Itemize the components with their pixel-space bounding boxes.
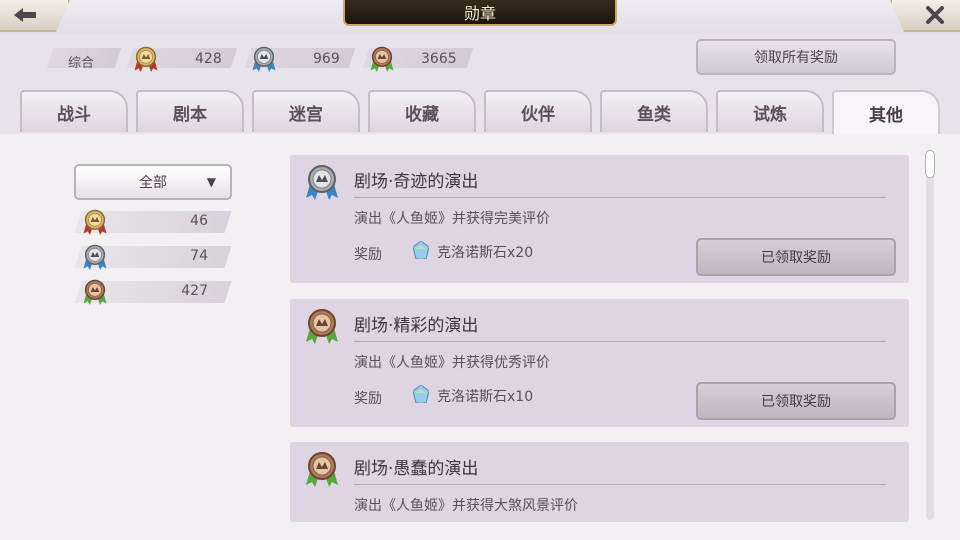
tab-bar: 战斗 剧本 迷宫 收藏 伙伴 鱼类 试炼 其他 bbox=[20, 90, 940, 134]
silver-medal-icon bbox=[251, 46, 277, 73]
divider bbox=[354, 341, 886, 342]
achievement-title: 剧场·精彩的演出 bbox=[354, 316, 479, 336]
silver-medal-icon bbox=[82, 244, 108, 271]
tab-battle[interactable]: 战斗 bbox=[20, 90, 128, 132]
divider bbox=[354, 484, 886, 485]
silver-medal-icon bbox=[305, 165, 339, 201]
achievement-title: 剧场·愚蠢的演出 bbox=[354, 459, 479, 479]
tab-trial[interactable]: 试炼 bbox=[716, 90, 824, 132]
reward-item: 克洛诺斯石x10 bbox=[437, 389, 534, 405]
summary-label: 综合 bbox=[68, 56, 95, 71]
claimed-button[interactable]: 已领取奖励 bbox=[696, 382, 896, 420]
divider bbox=[354, 197, 886, 198]
bronze-medal-icon bbox=[305, 452, 339, 488]
claim-all-button[interactable]: 领取所有奖励 bbox=[696, 39, 896, 75]
silver-count: 969 bbox=[313, 51, 340, 67]
gold-medal-icon bbox=[133, 46, 159, 73]
chronos-stone-icon bbox=[413, 241, 429, 259]
tab-companion[interactable]: 伙伴 bbox=[484, 90, 592, 132]
arrow-left-icon bbox=[14, 8, 36, 22]
tab-labyrinth[interactable]: 迷宫 bbox=[252, 90, 360, 132]
achievement-card: 剧场·精彩的演出 演出《人鱼姬》并获得优秀评价 奖励 克洛诺斯石x10 已领取奖… bbox=[290, 299, 909, 427]
tab-fish[interactable]: 鱼类 bbox=[600, 90, 708, 132]
tab-script[interactable]: 剧本 bbox=[136, 90, 244, 132]
sidebar-silver-count: 74 bbox=[190, 248, 208, 264]
scrollbar-thumb[interactable] bbox=[925, 150, 935, 178]
chevron-down-icon: ▼ bbox=[206, 175, 216, 189]
gold-count: 428 bbox=[195, 51, 222, 67]
close-icon bbox=[926, 6, 944, 24]
bronze-medal-icon bbox=[369, 46, 395, 73]
reward-item: 克洛诺斯石x20 bbox=[437, 245, 534, 261]
achievement-card: 剧场·奇迹的演出 演出《人鱼姬》并获得完美评价 奖励 克洛诺斯石x20 已领取奖… bbox=[290, 155, 909, 283]
achievement-title: 剧场·奇迹的演出 bbox=[354, 172, 479, 192]
sidebar-bronze-count: 427 bbox=[181, 283, 208, 299]
tab-collection[interactable]: 收藏 bbox=[368, 90, 476, 132]
bronze-medal-icon bbox=[305, 309, 339, 345]
sidebar-gold-count: 46 bbox=[190, 213, 208, 229]
bronze-count: 3665 bbox=[421, 51, 457, 67]
page-title: 勋章 bbox=[343, 0, 617, 26]
scrollbar-track[interactable] bbox=[926, 150, 934, 520]
chronos-stone-icon bbox=[413, 385, 429, 403]
achievement-description: 演出《人鱼姬》并获得大煞风景评价 bbox=[354, 498, 578, 514]
sidebar-gold-row: 46 bbox=[74, 209, 232, 236]
achievement-description: 演出《人鱼姬》并获得完美评价 bbox=[354, 211, 550, 227]
reward-label: 奖励 bbox=[354, 391, 382, 407]
claimed-button[interactable]: 已领取奖励 bbox=[696, 238, 896, 276]
sidebar-silver-row: 74 bbox=[74, 244, 232, 271]
tab-other[interactable]: 其他 bbox=[832, 90, 940, 134]
sidebar-bronze-row: 427 bbox=[74, 279, 232, 306]
achievement-description: 演出《人鱼姬》并获得优秀评价 bbox=[354, 355, 550, 371]
achievement-card: 剧场·愚蠢的演出 演出《人鱼姬》并获得大煞风景评价 bbox=[290, 442, 909, 522]
gold-medal-icon bbox=[82, 209, 108, 236]
filter-value: 全部 bbox=[139, 175, 167, 191]
bronze-medal-icon bbox=[82, 279, 108, 306]
filter-dropdown[interactable]: 全部 ▼ bbox=[74, 164, 232, 200]
reward-label: 奖励 bbox=[354, 247, 382, 263]
